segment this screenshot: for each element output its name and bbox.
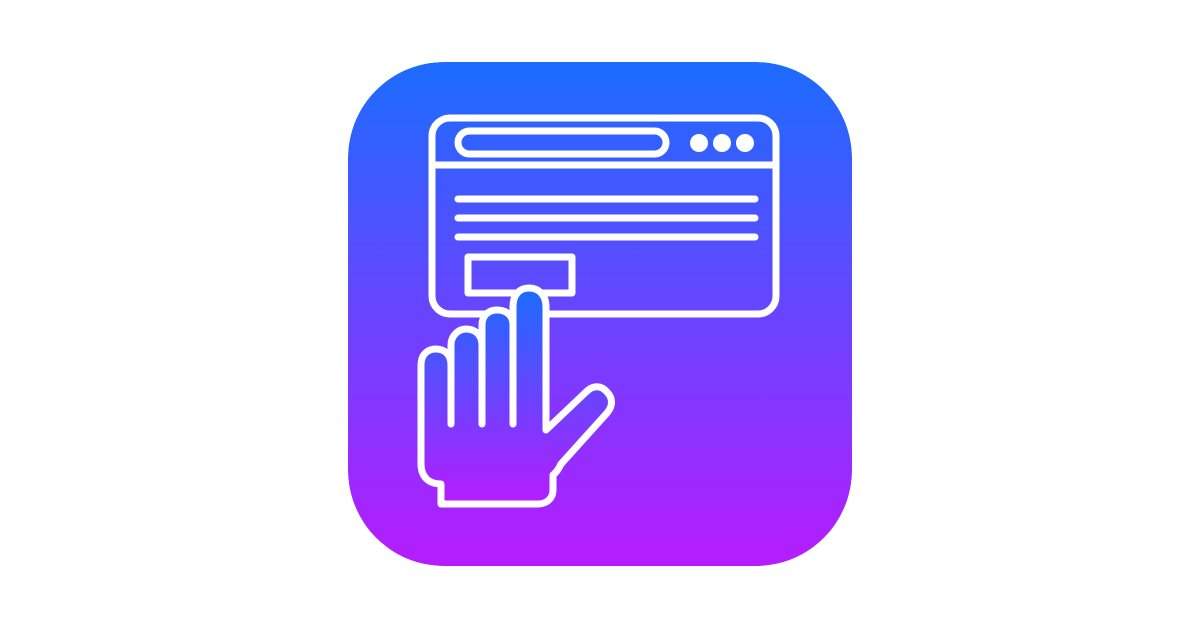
browser-tap-icon bbox=[348, 62, 852, 566]
app-icon bbox=[348, 62, 852, 566]
window-dots-icon bbox=[690, 134, 754, 152]
canvas bbox=[0, 0, 1200, 628]
